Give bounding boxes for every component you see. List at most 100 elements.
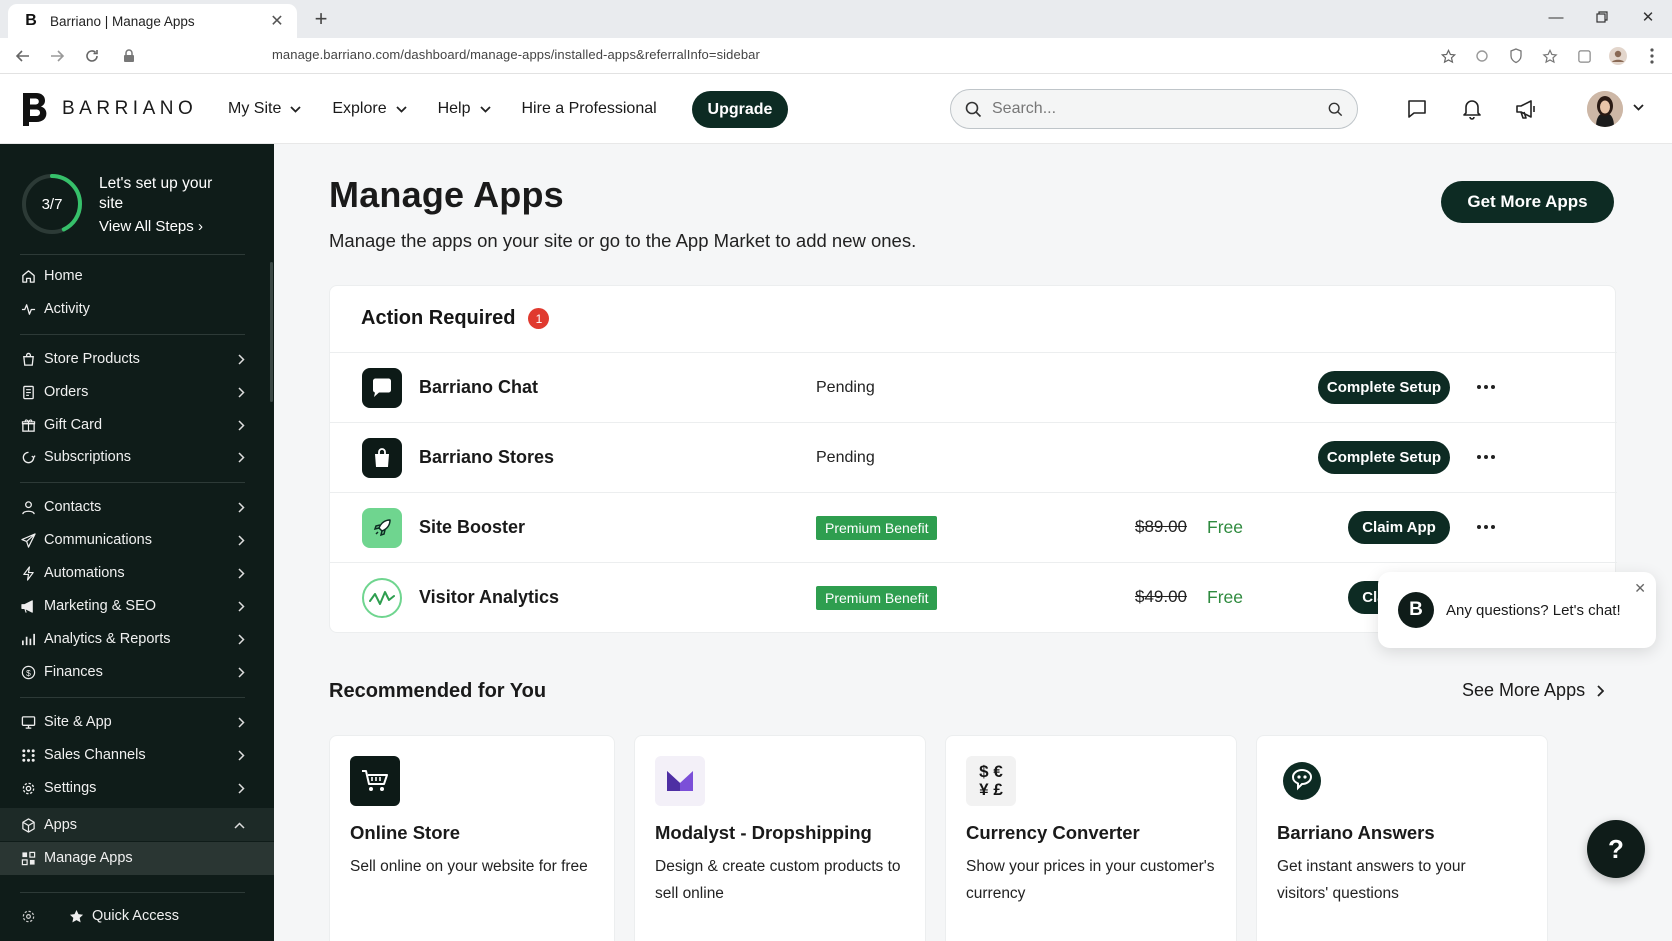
shield-icon[interactable] [1506, 46, 1526, 66]
nav-hire-label: Hire a Professional [521, 100, 657, 117]
view-all-steps-link[interactable]: View All Steps › [99, 218, 229, 235]
close-icon[interactable]: ✕ [1634, 580, 1646, 597]
sidebar-item-analytics-reports[interactable]: Analytics & Reports [20, 627, 245, 651]
sidebar-item-marketing-seo[interactable]: Marketing & SEO [20, 594, 245, 618]
upgrade-button[interactable]: Upgrade [692, 91, 788, 128]
new-tab-button[interactable]: + [309, 8, 333, 32]
premium-benefit-badge: Premium Benefit [816, 516, 938, 540]
get-more-apps-button[interactable]: Get More Apps [1441, 181, 1614, 223]
site-info-icon[interactable] [118, 46, 140, 66]
sidebar-item-subscriptions[interactable]: Subscriptions [20, 445, 245, 469]
sidebar-item-settings[interactable]: Settings [20, 776, 245, 800]
search-input[interactable] [992, 100, 1328, 118]
announcements-megaphone-icon[interactable] [1513, 96, 1539, 122]
channels-icon [20, 747, 36, 763]
nav-explore[interactable]: Explore [332, 100, 407, 118]
favorites-icon[interactable] [1540, 46, 1560, 66]
barriano-logo[interactable]: BARRIANO [20, 91, 197, 127]
monitor-icon [20, 714, 36, 730]
maximize-icon[interactable] [1579, 0, 1625, 34]
chevron-right-icon [238, 567, 245, 579]
sidebar-item-communications[interactable]: Communications [20, 528, 245, 552]
sidebar-item-contacts[interactable]: Contacts [20, 495, 245, 519]
nav-help[interactable]: Help [438, 100, 491, 118]
recommended-app-card[interactable]: $ € ¥ £ Currency Converter Show your pri… [945, 735, 1237, 941]
sidebar-quick-access[interactable]: Quick Access [20, 904, 245, 928]
forward-icon[interactable] [46, 46, 68, 66]
app-name[interactable]: Barriano Chat [419, 377, 538, 398]
action-required-heading: Action Required 1 [361, 307, 550, 330]
sidebar-item-site-app[interactable]: Site & App [20, 710, 245, 734]
search-icon [965, 101, 982, 117]
sidebar-item-manage-apps[interactable]: Manage Apps [20, 846, 245, 870]
logo-b-icon [23, 93, 47, 126]
more-options-icon[interactable] [1472, 445, 1500, 469]
search-bar[interactable] [950, 89, 1358, 129]
gear-icon [20, 780, 36, 796]
complete-setup-button[interactable]: Complete Setup [1318, 441, 1450, 474]
see-more-apps-link[interactable]: See More Apps [1462, 680, 1605, 701]
tab-favicon: B [22, 12, 40, 30]
reload-icon[interactable] [81, 46, 103, 66]
more-options-icon[interactable] [1472, 375, 1500, 399]
sidebar-item-finances[interactable]: $ Finances [20, 660, 245, 684]
url-text[interactable]: manage.barriano.com/dashboard/manage-app… [272, 47, 760, 62]
nav-help-label: Help [437, 100, 471, 117]
chevron-right-icon [238, 451, 245, 463]
sidebar-item-sales-channels[interactable]: Sales Channels [20, 743, 245, 767]
collections-icon[interactable] [1574, 46, 1594, 66]
user-avatar[interactable] [1587, 91, 1623, 127]
browser-tab[interactable]: B Barriano | Manage Apps ✕ [8, 4, 297, 38]
chevron-right-icon [238, 749, 245, 761]
account-chevron-down-icon[interactable] [1633, 104, 1644, 111]
sidebar-item-activity[interactable]: Activity [20, 297, 245, 321]
profile-icon[interactable] [1608, 46, 1628, 66]
gift-icon [20, 417, 36, 433]
app-card-name: Modalyst - Dropshipping [655, 822, 872, 843]
claim-app-button[interactable]: Claim App [1348, 511, 1450, 544]
sidebar-item-apps[interactable]: Apps [20, 813, 245, 837]
more-options-icon[interactable] [1472, 515, 1500, 539]
chevron-down-icon [290, 105, 301, 113]
recommended-app-card[interactable]: Modalyst - Dropshipping Design & create … [634, 735, 926, 941]
notifications-bell-icon[interactable] [1459, 96, 1485, 122]
app-status: Pending [816, 449, 875, 466]
back-icon[interactable] [12, 46, 34, 66]
app-card-name: Barriano Answers [1277, 822, 1435, 843]
sidebar-item-store-products[interactable]: Store Products [20, 347, 245, 371]
sidebar-item-orders[interactable]: Orders [20, 380, 245, 404]
browser-menu-icon[interactable] [1642, 46, 1662, 66]
sidebar-item-automations[interactable]: Automations [20, 561, 245, 585]
answers-bubble-icon [1277, 756, 1327, 806]
app-name[interactable]: Visitor Analytics [419, 587, 559, 608]
sidebar-item-label: Automations [44, 565, 125, 581]
pin-settings-icon [20, 908, 36, 924]
setup-title: Let's set up your site [99, 175, 213, 212]
messages-icon[interactable] [1404, 96, 1430, 122]
cube-icon [20, 817, 36, 833]
close-window-icon[interactable]: ✕ [1625, 0, 1671, 34]
complete-setup-button[interactable]: Complete Setup [1318, 371, 1450, 404]
recommended-app-card[interactable]: Barriano Answers Get instant answers to … [1256, 735, 1548, 941]
search-submit-icon[interactable] [1328, 102, 1343, 117]
premium-benefit-badge: Premium Benefit [816, 586, 938, 610]
nav-my-site[interactable]: My Site [228, 100, 301, 118]
send-icon [20, 532, 36, 548]
sidebar-item-home[interactable]: Home [20, 264, 245, 288]
chat-popup[interactable]: B Any questions? Let's chat! ✕ [1378, 572, 1656, 648]
extension-icon[interactable] [1472, 46, 1492, 66]
tab-close-icon[interactable]: ✕ [267, 11, 287, 31]
nav-hire-professional[interactable]: Hire a Professional [522, 100, 657, 118]
app-name[interactable]: Barriano Stores [419, 447, 554, 468]
sidebar-scrollbar[interactable] [270, 262, 273, 402]
recommended-app-card[interactable]: Online Store Sell online on your website… [329, 735, 615, 941]
setup-progress-widget[interactable]: 3/7 Let's set up your site View All Step… [20, 172, 229, 236]
app-name[interactable]: Site Booster [419, 517, 525, 538]
bookmark-star-icon[interactable] [1438, 46, 1458, 66]
sidebar-item-label: Home [44, 268, 83, 284]
help-button[interactable]: ? [1587, 820, 1645, 878]
main-content: Manage Apps Manage the apps on your site… [274, 144, 1672, 941]
minimize-icon[interactable]: — [1533, 0, 1579, 34]
person-icon [20, 499, 36, 515]
sidebar-item-gift-card[interactable]: Gift Card [20, 413, 245, 437]
